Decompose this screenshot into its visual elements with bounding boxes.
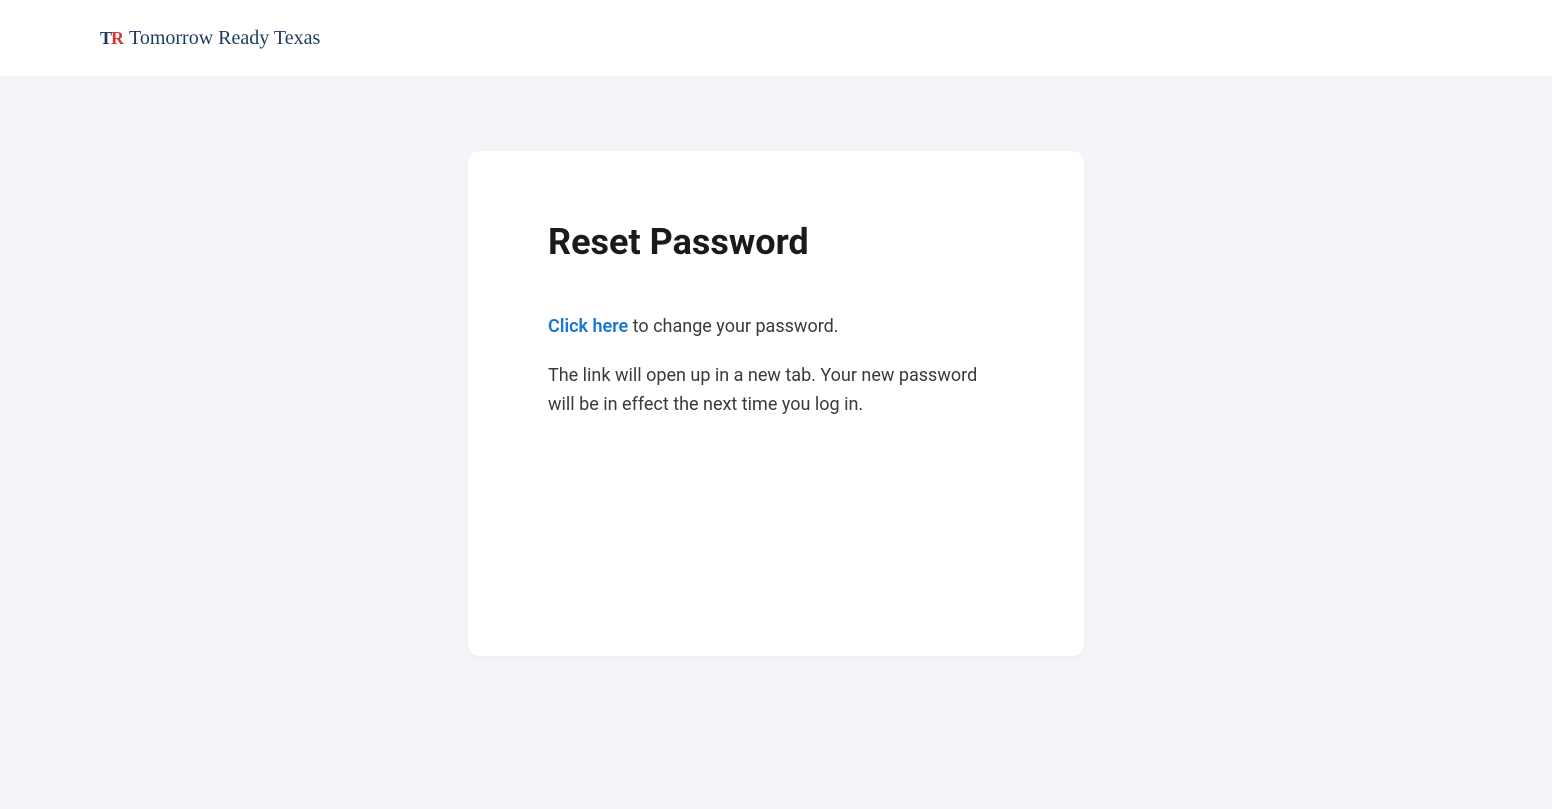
logo-initials: TR xyxy=(100,28,123,49)
reset-password-card: Reset Password Click here to change your… xyxy=(468,151,1084,656)
page-header: TR Tomorrow Ready Texas xyxy=(0,0,1552,76)
reset-description: The link will open up in a new tab. Your… xyxy=(548,362,1004,420)
main-content: Reset Password Click here to change your… xyxy=(0,76,1552,656)
reset-instruction: Click here to change your password. xyxy=(548,313,1004,342)
card-title: Reset Password xyxy=(548,221,1004,263)
click-here-link[interactable]: Click here xyxy=(548,316,628,337)
logo[interactable]: TR Tomorrow Ready Texas xyxy=(100,27,320,50)
instruction-suffix: to change your password. xyxy=(628,316,838,337)
logo-letter-r: R xyxy=(111,28,123,48)
logo-letter-t: T xyxy=(100,28,111,48)
logo-text: Tomorrow Ready Texas xyxy=(129,27,320,50)
